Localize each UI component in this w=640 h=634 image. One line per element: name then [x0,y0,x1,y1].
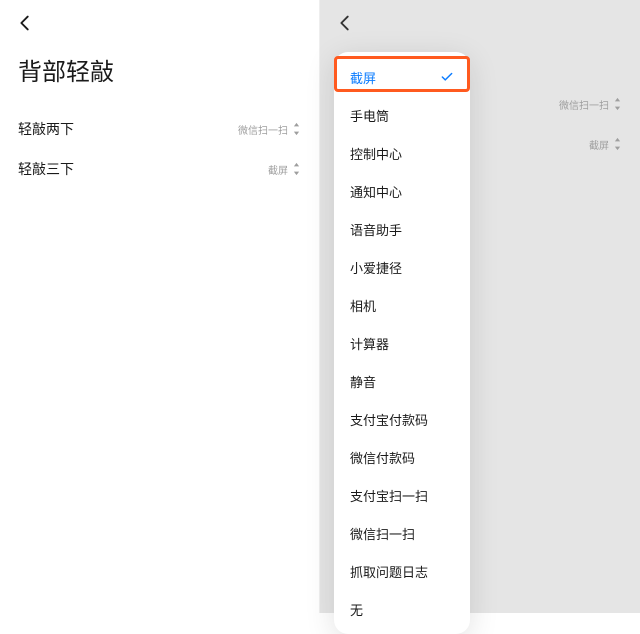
setting-value-text: 截屏 [268,162,288,177]
action-option-label: 无 [350,600,363,619]
action-option[interactable]: 语音助手 [334,210,470,248]
action-option[interactable]: 微信扫一扫 [334,514,470,552]
setting-value: 微信扫一扫 [559,97,622,112]
setting-row-triple-tap[interactable]: 轻敲三下 截屏 [0,149,319,189]
left-pane: 背部轻敲 轻敲两下 微信扫一扫 轻敲三下 截屏 [0,0,320,613]
updown-icon [613,137,622,151]
action-option[interactable]: 微信付款码 [334,438,470,476]
updown-icon [292,162,301,176]
action-option[interactable]: 无 [334,590,470,628]
action-picker-popup: 截屏手电筒控制中心通知中心语音助手小爱捷径相机计算器静音支付宝付款码微信付款码支… [334,52,470,634]
action-option-label: 相机 [350,296,376,315]
setting-row-double-tap[interactable]: 轻敲两下 微信扫一扫 [0,109,319,149]
setting-label: 轻敲三下 [18,159,74,179]
setting-value: 微信扫一扫 [238,122,301,137]
action-option-label: 语音助手 [350,220,402,239]
updown-icon [613,97,622,111]
action-option[interactable]: 小爱捷径 [334,248,470,286]
action-option-label: 计算器 [350,334,389,353]
check-icon [440,70,454,84]
action-option[interactable]: 支付宝扫一扫 [334,476,470,514]
action-option-label: 控制中心 [350,144,402,163]
action-option-label: 静音 [350,372,376,391]
setting-value: 截屏 [268,162,301,177]
action-option-label: 手电筒 [350,106,389,125]
action-option[interactable]: 通知中心 [334,172,470,210]
action-option-label: 小爱捷径 [350,258,402,277]
action-option[interactable]: 手电筒 [334,96,470,134]
back-icon[interactable] [14,12,36,34]
action-option-label: 抓取问题日志 [350,562,428,581]
action-option-label: 截屏 [350,68,376,87]
action-option-label: 支付宝付款码 [350,410,428,429]
action-option-label: 通知中心 [350,182,402,201]
back-icon[interactable] [334,12,356,34]
setting-value-text: 微信扫一扫 [559,97,609,112]
setting-value-text: 截屏 [589,137,609,152]
setting-label: 轻敲两下 [18,119,74,139]
setting-value-text: 微信扫一扫 [238,122,288,137]
action-option-label: 微信付款码 [350,448,415,467]
action-option[interactable]: 控制中心 [334,134,470,172]
action-option[interactable]: 计算器 [334,324,470,362]
page-title: 背部轻敲 [0,46,319,109]
setting-value: 截屏 [589,137,622,152]
action-option[interactable]: 静音 [334,362,470,400]
action-option-label: 支付宝扫一扫 [350,486,428,505]
action-option[interactable]: 截屏 [334,58,470,96]
right-pane: 微信扫一扫 截屏 截屏手电筒控制中心通知中心语音助手小爱捷径相机计算器静音支付宝… [320,0,640,613]
action-option[interactable]: 抓取问题日志 [334,552,470,590]
action-option-label: 微信扫一扫 [350,524,415,543]
action-option[interactable]: 支付宝付款码 [334,400,470,438]
updown-icon [292,122,301,136]
action-option[interactable]: 相机 [334,286,470,324]
